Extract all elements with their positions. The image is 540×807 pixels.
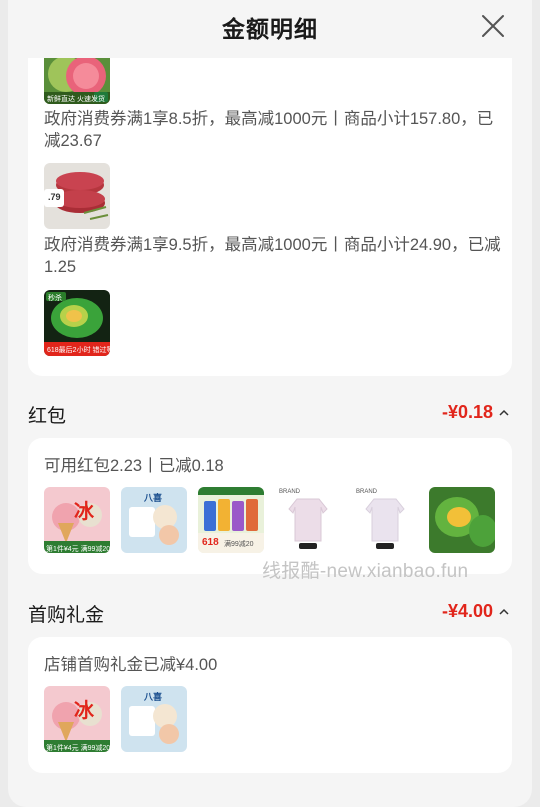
product-thumb-icecream-blue[interactable]: 八喜 — [121, 686, 187, 752]
thumb-brand: BRAND — [279, 489, 301, 495]
thumb-brand: 冰 — [74, 700, 94, 722]
page-title: 金额明细 — [222, 16, 318, 42]
product-thumb-icecream-blue[interactable]: 八喜 — [121, 487, 187, 553]
product-thumb-shirt-2[interactable]: BRAND — [352, 487, 418, 553]
thumb-tag: 新鲜直达 火速发货 — [47, 96, 105, 103]
chevron-up-icon — [499, 608, 509, 615]
redpacket-desc: 可用红包2.23丨已减0.18 — [44, 457, 224, 475]
product-thumb-beef[interactable]: .79 — [44, 163, 110, 229]
coupon-desc-2: 政府消费券满1享9.5折，最高减1000元丨商品小计24.90，已减1.25 — [44, 236, 501, 276]
thumb-brand: BRAND — [356, 489, 378, 495]
thumb-tag: 第1件¥4元 满99减20 — [46, 745, 110, 752]
redpacket-card: 可用红包2.23丨已减0.18 冰 第1件¥4元 满99减20 八喜 618 满… — [28, 438, 512, 574]
product-thumb-sweet-potato-2[interactable] — [429, 487, 495, 553]
firstgift-title: 首购礼金 — [28, 605, 105, 626]
thumb-brand: 冰 — [74, 501, 94, 523]
thumb-brand: 八喜 — [144, 692, 163, 702]
watermark-text: 线报酷-new.xianbao.fun — [262, 561, 469, 582]
thumb-promo-sub: 满99减20 — [224, 541, 254, 548]
close-icon[interactable] — [480, 13, 506, 39]
thumb-brand: 八喜 — [144, 493, 163, 503]
firstgift-amount-toggle[interactable]: -¥4.00 — [442, 601, 510, 622]
product-thumb-snacks[interactable]: 618 满99减20 — [198, 487, 264, 553]
coupon-card: 新鲜直达 火速发货 政府消费券满1享8.5折，最高减1000元丨商品小计157.… — [28, 20, 512, 376]
thumb-badge: 秒杀 — [48, 295, 62, 302]
thumb-tag: 618最后2小时 错过等一年 — [47, 347, 110, 354]
product-thumb-sweet-potato[interactable]: 秒杀 618最后2小时 错过等一年 — [44, 290, 110, 356]
product-thumb-icecream-pink[interactable]: 冰 第1件¥4元 满99减20 — [44, 686, 110, 752]
firstgift-desc: 店铺首购礼金已减¥4.00 — [44, 656, 218, 674]
redpacket-amount: -¥0.18 — [441, 402, 493, 422]
thumb-price: .79 — [48, 192, 61, 202]
product-thumb-icecream-pink[interactable]: 冰 第1件¥4元 满99减20 — [44, 487, 110, 553]
firstgift-card: 店铺首购礼金已减¥4.00 冰 第1件¥4元 满99减20 八喜 — [28, 637, 512, 773]
thumb-tag: 第1件¥4元 满99减20 — [46, 546, 110, 553]
product-thumb-shirt-1[interactable]: BRAND — [275, 487, 341, 553]
redpacket-amount-toggle[interactable]: -¥0.18 — [442, 402, 510, 423]
redpacket-title: 红包 — [28, 406, 67, 427]
firstgift-amount: -¥4.00 — [441, 601, 493, 621]
coupon-desc-1: 政府消费券满1享8.5折，最高减1000元丨商品小计157.80，已减23.67 — [44, 110, 494, 150]
thumb-promo: 618 — [202, 537, 219, 548]
chevron-up-icon — [499, 409, 509, 416]
sheet-header: 金额明细 — [8, 0, 532, 58]
amount-detail-sheet: 金额明细 新鲜直达 火速发货 政府消费券满1享8.5折，最高减1000元丨商品小… — [8, 0, 532, 807]
